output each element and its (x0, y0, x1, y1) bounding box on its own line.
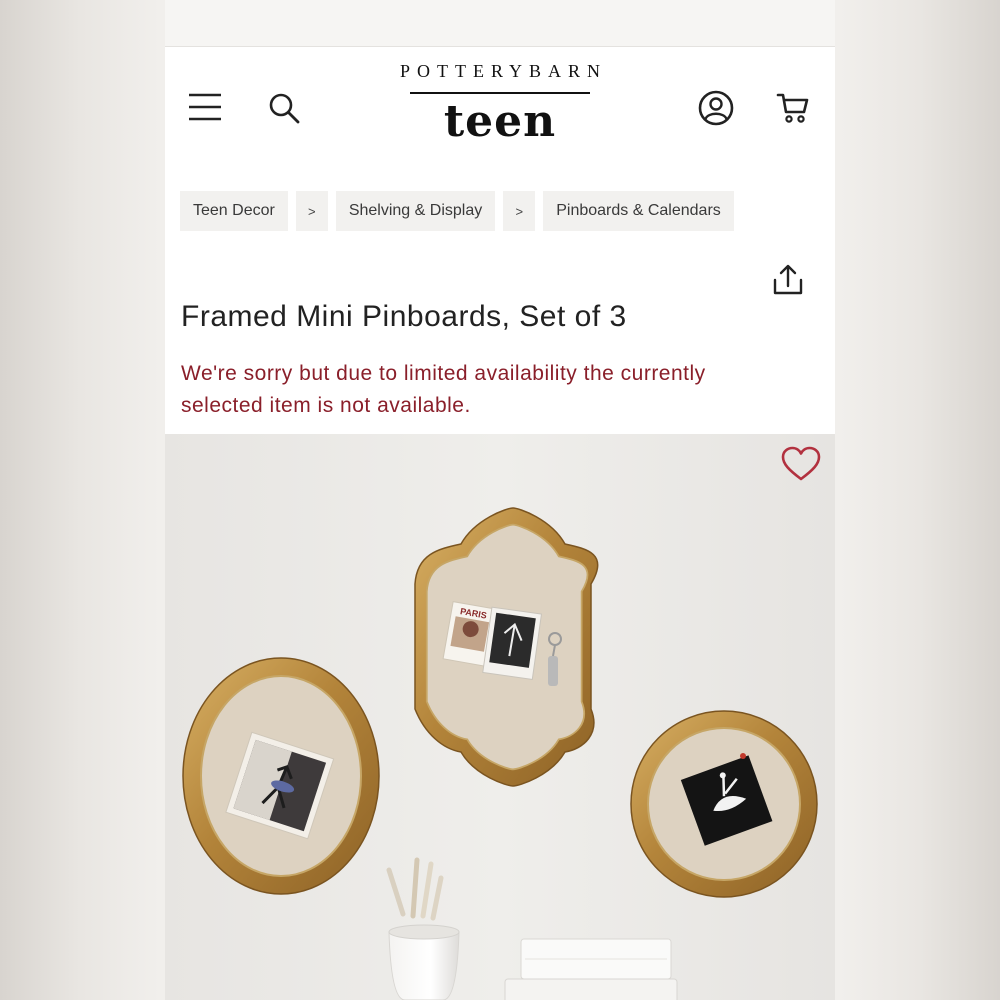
share-icon (773, 264, 803, 295)
menu-button[interactable] (185, 89, 225, 125)
product-image[interactable]: PARIS (165, 434, 835, 1000)
logo-divider (410, 92, 590, 94)
hamburger-menu-icon (189, 93, 221, 121)
cart-icon (776, 93, 809, 123)
mobile-page: POTTERYBARN teen Teen Decor > Shelving &… (165, 0, 835, 1000)
cart-button[interactable] (773, 87, 813, 127)
share-button[interactable] (770, 262, 810, 298)
site-header: POTTERYBARN teen (165, 47, 835, 177)
stacked-books (504, 938, 678, 1000)
product-photo: PARIS (165, 434, 835, 1000)
status-strip (165, 0, 835, 47)
breadcrumb-separator: > (295, 191, 328, 231)
breadcrumb-pinboards-calendars[interactable]: Pinboards & Calendars (543, 191, 734, 231)
logo-sub-text: teen (443, 96, 557, 147)
search-icon (269, 93, 300, 124)
heart-icon (781, 446, 821, 481)
search-button[interactable] (265, 89, 303, 127)
favorite-button[interactable] (781, 446, 821, 482)
availability-notice: We're sorry but due to limited availabil… (181, 362, 706, 417)
round-pinboard (630, 710, 818, 898)
breadcrumb-shelving-display[interactable]: Shelving & Display (335, 191, 496, 231)
brand-logo[interactable]: POTTERYBARN teen (355, 61, 645, 161)
breadcrumb-teen-decor[interactable]: Teen Decor (180, 191, 288, 231)
logo-brand-text: POTTERYBARN (399, 61, 608, 81)
breadcrumb: Teen Decor > Shelving & Display > Pinboa… (180, 191, 734, 231)
breadcrumb-separator: > (503, 191, 536, 231)
arched-pinboard: PARIS (414, 507, 599, 787)
account-icon (698, 90, 734, 126)
account-button[interactable] (695, 87, 737, 129)
product-title: Framed Mini Pinboards, Set of 3 (181, 300, 627, 333)
oval-pinboard (182, 657, 380, 895)
